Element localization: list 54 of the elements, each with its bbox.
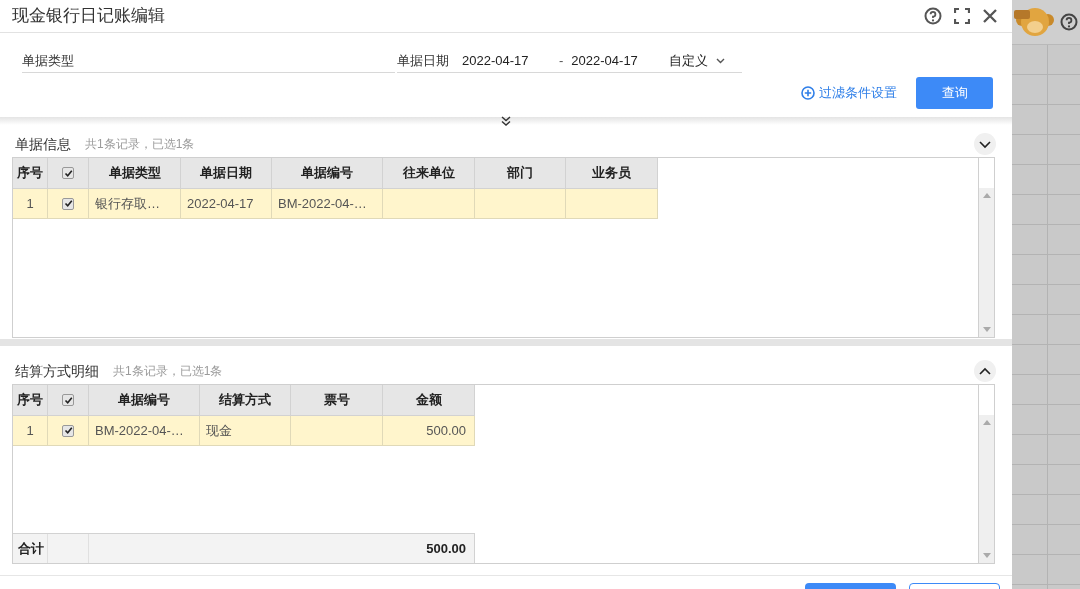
chevron-down-icon xyxy=(978,138,992,150)
table-cell-text: 1 xyxy=(26,194,34,213)
double-chevron-icon[interactable] xyxy=(501,116,511,125)
total-amount: 500.00 xyxy=(426,539,466,558)
filter-settings-link[interactable]: 过滤条件设置 xyxy=(801,83,897,103)
checkbox[interactable] xyxy=(62,424,74,437)
column-header: 序号 xyxy=(13,158,48,189)
doc-type-field[interactable]: 单据类型 xyxy=(22,49,395,73)
maximize-icon[interactable] xyxy=(954,8,970,24)
table-row[interactable]: 1 银行存取… 2022-04-17 BM-2022-04-… xyxy=(13,189,658,219)
column-header: 单据编号 xyxy=(272,158,383,189)
plus-circle-icon xyxy=(801,86,815,100)
table-row[interactable]: 1 BM-2022-04-… 现金 500.00 xyxy=(13,416,475,446)
collapse-button[interactable] xyxy=(974,360,996,382)
column-header: 单据日期 xyxy=(181,158,272,189)
header-checkbox-cell[interactable] xyxy=(48,158,89,189)
range-dropdown[interactable]: 自定义 xyxy=(669,50,726,71)
window-title: 现金银行日记账编辑 xyxy=(12,5,165,28)
chevron-up-icon xyxy=(978,365,992,377)
column-header: 单据类型 xyxy=(89,158,181,189)
checkbox[interactable] xyxy=(62,197,74,210)
close-icon[interactable] xyxy=(982,8,998,24)
record-count: 共1条记录，已选1条 xyxy=(113,363,223,380)
column-header: 部门 xyxy=(475,158,566,189)
table-cell-text: 现金 xyxy=(206,421,232,440)
field-label: 单据类型 xyxy=(22,51,74,70)
section-title: 结算方式明细 xyxy=(15,361,99,381)
help-icon[interactable] xyxy=(924,7,942,25)
collapse-button[interactable] xyxy=(974,133,996,155)
column-header: 票号 xyxy=(291,385,383,416)
total-label: 合计 xyxy=(18,539,44,558)
record-count: 共1条记录，已选1条 xyxy=(85,136,195,153)
table-cell-text: 1 xyxy=(26,421,34,440)
column-header: 往来单位 xyxy=(383,158,475,189)
date-field[interactable]: 2022-04-17 xyxy=(462,50,546,71)
column-header: 序号 xyxy=(13,385,48,416)
table-cell-text: BM-2022-04-… xyxy=(95,421,184,440)
checkbox[interactable] xyxy=(62,167,74,179)
table-cell-text: BM-2022-04-… xyxy=(278,194,367,213)
help-icon[interactable] xyxy=(1060,13,1078,31)
table-cell-text: 2022-04-17 xyxy=(187,194,254,213)
range-separator: - xyxy=(559,51,564,70)
header-checkbox-cell[interactable] xyxy=(48,385,89,416)
column-header: 业务员 xyxy=(566,158,658,189)
section-title: 单据信息 xyxy=(15,134,71,154)
column-header: 金额 xyxy=(383,385,475,416)
table-cell-text: 500.00 xyxy=(426,421,466,440)
column-header: 结算方式 xyxy=(200,385,291,416)
field-label: 单据日期 xyxy=(397,51,449,70)
column-header: 单据编号 xyxy=(89,385,200,416)
checkbox[interactable] xyxy=(62,394,74,406)
chevron-down-icon xyxy=(716,57,726,64)
table-cell-text: 银行存取… xyxy=(95,194,160,213)
date-field[interactable]: 2022-04-17 xyxy=(571,50,658,71)
